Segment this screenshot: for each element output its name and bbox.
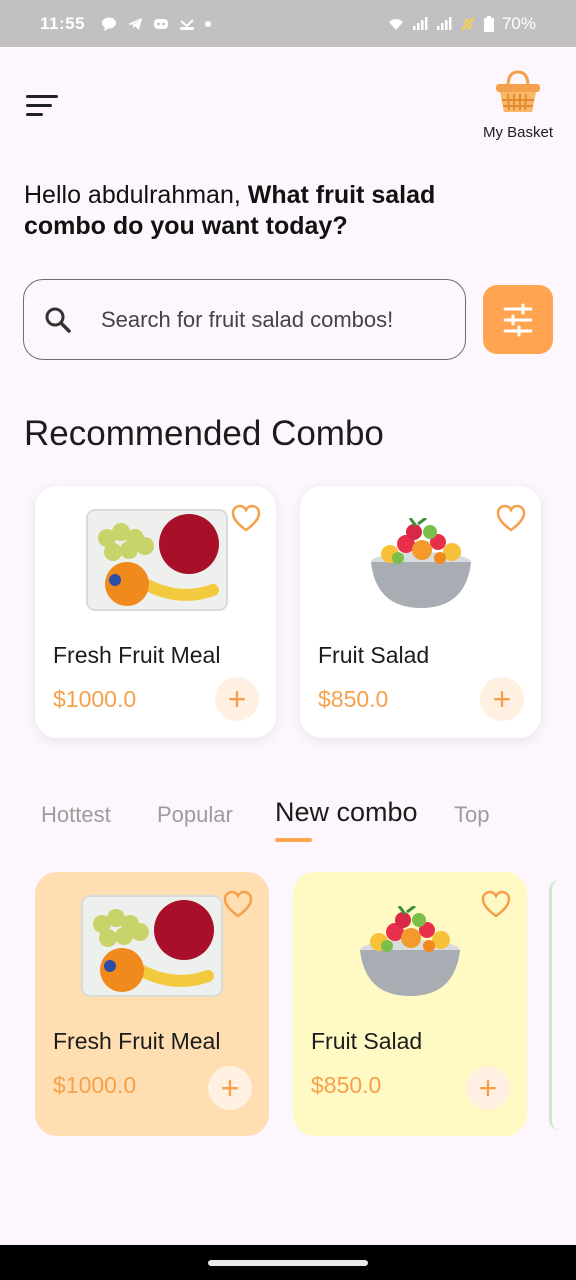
my-basket-button[interactable]: My Basket bbox=[478, 68, 558, 144]
active-tab-indicator bbox=[275, 838, 312, 842]
more-notifications-dot bbox=[205, 20, 212, 27]
battery-icon bbox=[483, 15, 494, 32]
combo-card[interactable]: Fruit Salad $850.0 + bbox=[293, 872, 527, 1136]
chat-bubble-icon bbox=[102, 17, 117, 31]
search-input[interactable]: Search for fruit salad combos! bbox=[23, 279, 466, 360]
data-saver-icon bbox=[461, 16, 475, 31]
discord-icon bbox=[154, 18, 169, 29]
add-to-basket-button[interactable]: + bbox=[480, 677, 524, 721]
signal-icon-2 bbox=[436, 16, 452, 30]
greeting-text: Hello abdulrahman, What fruit salad comb… bbox=[24, 180, 504, 242]
card-price: $850.0 bbox=[318, 686, 389, 712]
plus-icon: + bbox=[478, 1070, 498, 1106]
search-placeholder: Search for fruit salad combos! bbox=[101, 307, 394, 332]
next-combo-card-peek[interactable] bbox=[549, 880, 559, 1130]
plus-icon: + bbox=[220, 1070, 240, 1106]
tab-new-combo[interactable]: New combo bbox=[275, 797, 418, 828]
system-status: 70% bbox=[388, 14, 536, 34]
filter-button[interactable] bbox=[483, 285, 553, 354]
card-name: Fruit Salad bbox=[311, 1028, 423, 1054]
add-to-basket-button[interactable]: + bbox=[215, 677, 259, 721]
add-to-basket-button[interactable]: + bbox=[208, 1066, 252, 1110]
favorite-heart-icon[interactable] bbox=[231, 504, 261, 532]
menu-icon[interactable] bbox=[26, 95, 62, 121]
plus-icon: + bbox=[492, 681, 512, 717]
fruit-salad-bowl-image bbox=[371, 518, 471, 608]
greeting-name: Hello abdulrahman, bbox=[24, 181, 241, 209]
telegram-icon bbox=[128, 17, 143, 30]
card-name: Fresh Fruit Meal bbox=[53, 642, 221, 668]
notification-icons bbox=[101, 17, 212, 31]
home-gesture-handle[interactable] bbox=[208, 1260, 368, 1266]
favorite-heart-icon[interactable] bbox=[223, 890, 253, 918]
battery-level: 70% bbox=[501, 13, 536, 33]
status-time: 11:55 bbox=[40, 13, 86, 33]
fruit-box-image bbox=[81, 895, 223, 997]
tab-popular[interactable]: Popular bbox=[157, 802, 233, 828]
favorite-heart-icon[interactable] bbox=[481, 890, 511, 918]
filter-icon bbox=[503, 303, 533, 337]
signal-icon bbox=[412, 16, 428, 30]
card-name: Fruit Salad bbox=[318, 642, 430, 668]
combo-card[interactable]: Fresh Fruit Meal $1000.0 + bbox=[35, 872, 269, 1136]
section-title: Recommended Combo bbox=[24, 414, 384, 453]
basket-label: My Basket bbox=[482, 124, 554, 141]
favorite-heart-icon[interactable] bbox=[496, 504, 526, 532]
fruit-salad-bowl-image bbox=[360, 906, 460, 996]
recommended-card[interactable]: Fresh Fruit Meal $1000.0 + bbox=[35, 486, 276, 738]
tab-top[interactable]: Top bbox=[454, 802, 489, 828]
wifi-icon bbox=[388, 18, 403, 30]
card-name: Fresh Fruit Meal bbox=[53, 1028, 221, 1054]
card-price: $850.0 bbox=[311, 1072, 382, 1098]
status-bar: 11:55 70% bbox=[0, 0, 576, 47]
missed-call-icon bbox=[180, 18, 195, 30]
search-icon bbox=[45, 307, 71, 333]
fruit-box-image bbox=[86, 509, 228, 611]
plus-icon: + bbox=[227, 681, 247, 717]
recommended-card[interactable]: Fruit Salad $850.0 + bbox=[300, 486, 541, 738]
tab-hottest[interactable]: Hottest bbox=[41, 802, 111, 828]
card-price: $1000.0 bbox=[53, 686, 137, 712]
card-price: $1000.0 bbox=[53, 1072, 137, 1098]
basket-icon bbox=[496, 70, 540, 112]
add-to-basket-button[interactable]: + bbox=[466, 1066, 510, 1110]
